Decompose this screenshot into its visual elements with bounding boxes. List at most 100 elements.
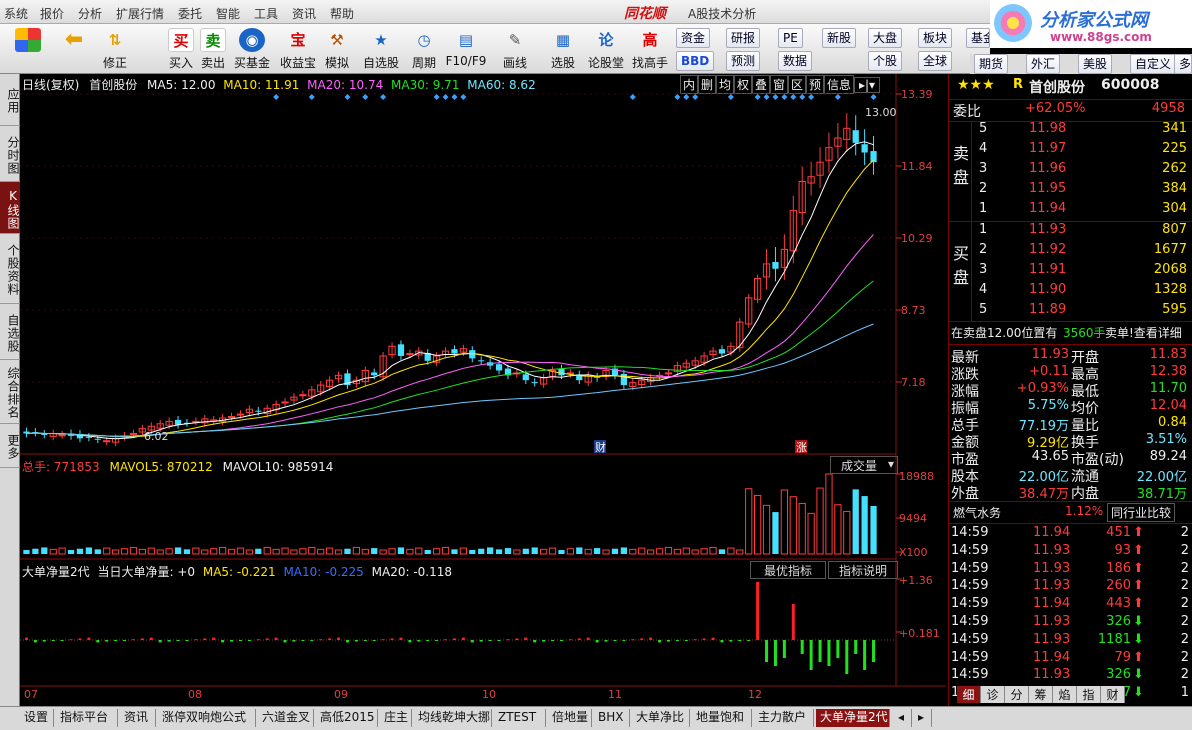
grid-button[interactable]: [6, 26, 50, 72]
tab-scroll-left-icon[interactable]: ◂: [894, 709, 912, 727]
tab-scroll-right-icon[interactable]: ▸: [914, 709, 932, 727]
ipo-button[interactable]: 新股: [822, 28, 857, 48]
simulate-button[interactable]: ⚒ 模拟: [322, 26, 352, 72]
buy-level-row[interactable]: 4 11.90 1328: [949, 282, 1192, 302]
industry-compare-button[interactable]: 同行业比较: [1107, 503, 1176, 522]
futures-button[interactable]: 期货: [974, 54, 1009, 74]
quote-tab[interactable]: 细: [957, 686, 981, 703]
menu-tools[interactable]: 工具: [254, 5, 278, 22]
nav-watchlist[interactable]: 自选股: [0, 304, 20, 360]
quote-tab[interactable]: 财: [1101, 686, 1125, 703]
forum-button[interactable]: 论论股堂: [586, 26, 626, 72]
indicator-tab[interactable]: 六道金叉: [258, 709, 314, 727]
indicator-tab[interactable]: 高低2015: [316, 709, 378, 727]
indicator-tab[interactable]: 倍地量: [548, 709, 592, 727]
stock-button[interactable]: 个股: [868, 51, 903, 71]
indicator-tab[interactable]: 均线乾坤大挪: [414, 709, 492, 727]
indicator-tab[interactable]: 涨停双响炮公式: [158, 709, 256, 727]
research-button[interactable]: 研报: [726, 28, 761, 48]
stat-value: 12.04: [1149, 398, 1187, 413]
toolbar-far-row2: 期货 外汇 美股 自定义 多: [970, 54, 1192, 74]
sell-button[interactable]: 卖卖出: [198, 26, 228, 72]
event-diamond: [629, 94, 636, 100]
menu-order[interactable]: 委托: [178, 5, 202, 22]
nav-stock-info[interactable]: 个股资料: [0, 234, 20, 304]
menu-system[interactable]: 系统: [4, 5, 28, 22]
nav-apps[interactable]: 应用: [0, 74, 20, 126]
buy-button[interactable]: 买买入: [166, 26, 196, 72]
menu-smart[interactable]: 智能: [216, 5, 240, 22]
buy-level-row[interactable]: 3 11.91 2068: [949, 262, 1192, 282]
quote-tab[interactable]: 分: [1005, 686, 1029, 703]
order-notice[interactable]: 在卖盘12.00位置有 3560手 卖单!查看详细: [949, 324, 1192, 344]
income-bao-button[interactable]: 宝收益宝: [278, 26, 318, 72]
indicator-tab[interactable]: 设置: [20, 709, 54, 727]
volume-dropdown[interactable]: 成交量 ▾: [830, 456, 898, 474]
buy-level-row[interactable]: 2 11.92 1677: [949, 242, 1192, 262]
sector-name[interactable]: 燃气水务: [953, 504, 1001, 521]
fin-marker[interactable]: 财: [595, 440, 606, 454]
sector-button[interactable]: 板块: [918, 28, 953, 48]
nav-intraday[interactable]: 分时图: [0, 126, 20, 182]
indicator-tab[interactable]: ZTEST: [494, 709, 546, 727]
market-button[interactable]: 大盘: [868, 28, 903, 48]
sell-level-row[interactable]: 3 11.96 262: [949, 161, 1192, 181]
find-expert-button[interactable]: 高找高手: [630, 26, 670, 72]
capital-button[interactable]: 资金: [676, 28, 711, 48]
sell-level-row[interactable]: 1 11.94 304: [949, 201, 1192, 221]
indicator-tab[interactable]: 大单净比: [632, 709, 690, 727]
notice-link[interactable]: 卖单!查看详细: [1105, 324, 1182, 341]
forex-button[interactable]: 外汇: [1026, 54, 1061, 74]
quote-tab[interactable]: 焰: [1053, 686, 1077, 703]
buy-level-row[interactable]: 1 11.93 807: [949, 222, 1192, 242]
period-button[interactable]: ◷ 周期: [406, 26, 442, 72]
bbd-button[interactable]: BBD: [676, 51, 715, 71]
sell-level-row[interactable]: 5 11.98 341: [949, 121, 1192, 141]
indicator-tab[interactable]: 庄主: [380, 709, 412, 727]
indicator-tab[interactable]: 地量饱和: [692, 709, 752, 727]
quote-tab[interactable]: 筹: [1029, 686, 1053, 703]
indicator-help-button[interactable]: 指标说明: [828, 561, 898, 579]
us-stock-button[interactable]: 美股: [1078, 54, 1113, 74]
buy-level-row[interactable]: 5 11.89 595: [949, 302, 1192, 322]
sell-level-row[interactable]: 4 11.97 225: [949, 141, 1192, 161]
data-button[interactable]: 数据: [778, 51, 813, 71]
custom-button[interactable]: 自定义: [1130, 54, 1177, 74]
indicator-tab[interactable]: 主力散户: [754, 709, 814, 727]
best-indicator-button[interactable]: 最优指标: [750, 561, 826, 579]
quote-tab[interactable]: 诊: [981, 686, 1005, 703]
global-button[interactable]: 全球: [918, 51, 953, 71]
revise-button[interactable]: ⇅ 修正: [98, 26, 132, 72]
indicator-tab[interactable]: 资讯: [120, 709, 156, 727]
volume-bar: [317, 548, 325, 555]
menu-news[interactable]: 资讯: [292, 5, 316, 22]
watchlist-button[interactable]: ★ 自选股: [360, 26, 402, 72]
kline-chart-area[interactable]: 日线(复权) 首创股份 MA5: 12.00 MA10: 11.91 MA20:…: [20, 74, 946, 706]
buy-fund-button[interactable]: ◉ 买基金: [232, 26, 272, 72]
stat-row: 振幅 5.75% 均价 12.04: [949, 398, 1192, 417]
indicator-tab[interactable]: BHX: [594, 709, 630, 727]
menu-help[interactable]: 帮助: [330, 5, 354, 22]
draw-line-button[interactable]: ✎ 画线: [498, 26, 532, 72]
f10-button[interactable]: ▤ F10/F9: [444, 26, 488, 72]
fund-tab-button[interactable]: 基金: [966, 28, 990, 48]
menu-quote[interactable]: 报价: [40, 5, 64, 22]
nav-more[interactable]: 更多: [0, 424, 20, 468]
candles: [23, 113, 877, 447]
rise-marker[interactable]: 涨: [796, 441, 807, 454]
indicator-tab[interactable]: 大单净量2代: [816, 709, 890, 727]
indicator-tab[interactable]: 指标平台: [56, 709, 118, 727]
more-button[interactable]: 多: [1174, 54, 1192, 74]
forecast-button[interactable]: 预测: [726, 51, 761, 71]
sell-level-row[interactable]: 2 11.95 384: [949, 181, 1192, 201]
indicator-bar: [319, 639, 323, 641]
menu-ext-market[interactable]: 扩展行情: [116, 5, 164, 22]
nav-ranking[interactable]: 综合排名: [0, 360, 20, 424]
stock-select-button[interactable]: ▦ 选股: [546, 26, 580, 72]
nav-kline[interactable]: K线图: [0, 182, 20, 234]
menu-analysis[interactable]: 分析: [78, 5, 102, 22]
quote-tab[interactable]: 指: [1077, 686, 1101, 703]
back-button[interactable]: ⬅: [54, 26, 94, 72]
indicator-bar: [167, 640, 171, 642]
pe-button[interactable]: PE: [778, 28, 803, 48]
